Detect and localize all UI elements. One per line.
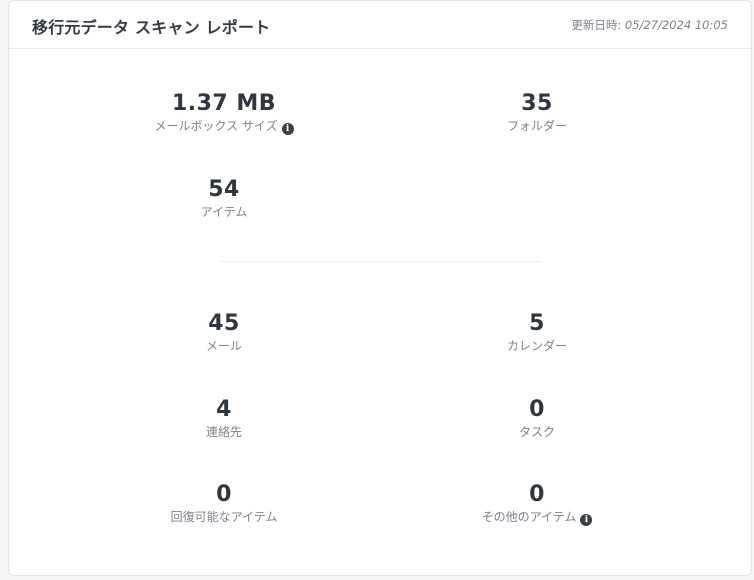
stat-label: フォルダー — [506, 119, 567, 133]
stat-label: アイテム — [200, 205, 248, 219]
stat-label-text: その他のアイテム — [481, 510, 577, 524]
stat-value: 1.37 MB — [171, 91, 277, 116]
info-icon[interactable]: i — [580, 514, 593, 526]
stat-label-text: メールボックス サイズ — [154, 119, 278, 133]
stat-label: タスク — [518, 425, 555, 439]
stat-value: 0 — [529, 482, 545, 507]
stat-recoverable-items: 0 回復可能なアイテム — [94, 482, 354, 525]
section-divider — [221, 261, 541, 262]
stat-label: メールボックス サイズ i — [94, 118, 354, 135]
stat-items: 54 アイテム — [94, 177, 354, 220]
card-header: 移行元データ スキャン レポート 更新日時: 05/27/2024 10:05 — [9, 1, 751, 49]
stat-value: 0 — [216, 482, 232, 507]
stat-label: その他のアイテム i — [407, 509, 667, 526]
stat-label: メール — [205, 339, 242, 353]
stat-calendar: 5 カレンダー — [407, 311, 667, 354]
stat-tasks: 0 タスク — [407, 397, 667, 440]
stat-mail: 45 メール — [94, 311, 354, 354]
stat-value: 5 — [529, 311, 545, 336]
info-icon[interactable]: i — [281, 123, 294, 135]
stat-other-items: 0 その他のアイテム i — [407, 482, 667, 526]
stat-value: 54 — [208, 177, 240, 202]
stat-label: 回復可能なアイテム — [170, 510, 278, 524]
page-title: 移行元データ スキャン レポート — [32, 18, 271, 37]
stat-contacts: 4 連絡先 — [94, 397, 354, 440]
stat-value: 0 — [529, 397, 545, 422]
stat-folders: 35 フォルダー — [407, 91, 667, 134]
stat-value: 4 — [216, 397, 232, 422]
scan-report-card: 移行元データ スキャン レポート 更新日時: 05/27/2024 10:05 … — [8, 0, 752, 576]
last-updated-timestamp: 05/27/2024 10:05 — [624, 18, 728, 32]
stat-value: 35 — [521, 91, 553, 116]
last-updated-label: 更新日時: — [571, 18, 622, 32]
stat-mailbox-size: 1.37 MB メールボックス サイズ i — [94, 91, 354, 135]
last-updated: 更新日時: 05/27/2024 10:05 — [571, 17, 728, 33]
stat-value: 45 — [208, 311, 240, 336]
stat-label: 連絡先 — [205, 425, 242, 439]
stat-label: カレンダー — [506, 339, 567, 353]
